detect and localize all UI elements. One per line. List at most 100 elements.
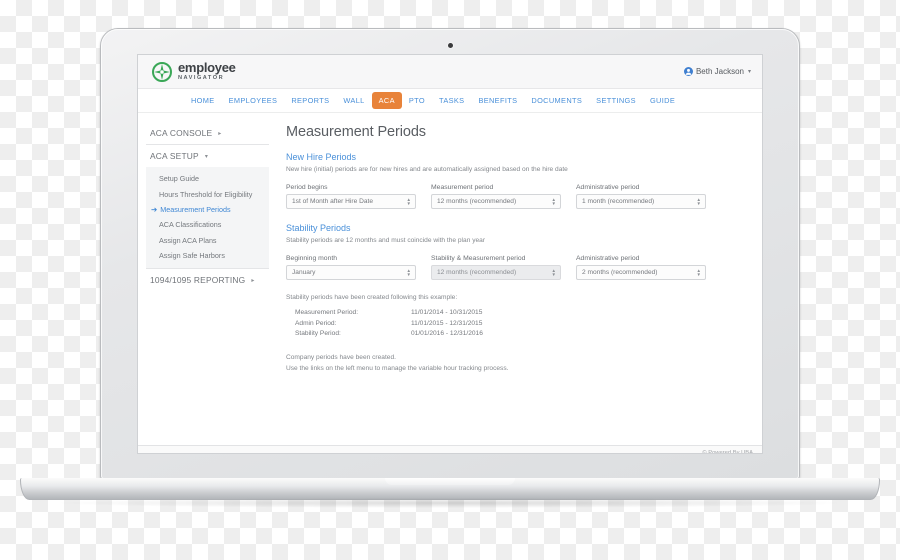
sidebar-item-setup-guide[interactable]: Setup Guide xyxy=(146,171,269,186)
table-row: Stability Period: 01/01/2016 - 12/31/201… xyxy=(295,329,748,340)
sidebar-section-aca-setup[interactable]: ACA SETUP ▾ xyxy=(146,145,269,167)
sidebar-item-label: ACA Classifications xyxy=(159,220,222,230)
new-hire-field-row: Period begins 1st of Month after Hire Da… xyxy=(286,184,748,209)
chevron-right-icon: ▸ xyxy=(251,277,255,284)
field-measurement-period: Measurement period 12 months (recommende… xyxy=(431,184,561,209)
select-value: 1 month (recommended) xyxy=(582,198,655,205)
select-value: 1st of Month after Hire Date xyxy=(292,198,373,205)
nav-item-documents[interactable]: DOCUMENTS xyxy=(524,92,589,109)
sidebar-item-aca-classifications[interactable]: ACA Classifications xyxy=(146,217,269,232)
select-administrative-period-new-hire[interactable]: 1 month (recommended) ▲ ▼ xyxy=(576,194,706,209)
section-heading-stability[interactable]: Stability Periods xyxy=(286,223,748,233)
results-intro: Stability periods have been created foll… xyxy=(286,294,458,301)
select-value: January xyxy=(292,269,316,276)
brand-subtitle: NAVIGATOR xyxy=(178,74,225,81)
main-content: Measurement Periods New Hire Periods New… xyxy=(277,113,762,445)
select-period-begins[interactable]: 1st of Month after Hire Date ▲ ▼ xyxy=(286,194,416,209)
compass-star-icon xyxy=(151,61,173,83)
spinner-icon: ▲ ▼ xyxy=(696,267,701,277)
spinner-icon: ▲ ▼ xyxy=(551,267,556,277)
sidebar-item-assign-safe-harbors[interactable]: Assign Safe Harbors xyxy=(146,248,269,263)
spinner-icon: ▲ ▼ xyxy=(406,196,411,206)
chevron-down-icon: ▾ xyxy=(204,153,209,160)
page-title: Measurement Periods xyxy=(286,124,426,140)
table-row: Measurement Period: 11/01/2014 - 10/31/2… xyxy=(295,308,748,319)
chevron-down-icon: ▾ xyxy=(747,69,751,75)
field-label: Administrative period xyxy=(576,255,640,262)
sidebar-item-label: Setup Guide xyxy=(159,174,199,184)
sidebar-section-label: ACA SETUP xyxy=(150,151,199,161)
nav-item-wall[interactable]: WALL xyxy=(336,92,371,109)
sidebar-submenu: Setup Guide Hours Threshold for Eligibil… xyxy=(146,167,269,270)
field-label: Administrative period xyxy=(576,184,640,191)
main-navigation: HOME EMPLOYEES REPORTS WALL ACA PTO TASK… xyxy=(138,89,762,113)
field-beginning-month: Beginning month January ▲ ▼ xyxy=(286,255,416,280)
sidebar-section-aca-console[interactable]: ACA CONSOLE ▸ xyxy=(146,122,269,145)
field-label: Beginning month xyxy=(286,255,338,262)
stability-field-row: Beginning month January ▲ ▼ Stability & M… xyxy=(286,255,748,280)
webcam-icon xyxy=(448,43,453,48)
nav-item-reports[interactable]: REPORTS xyxy=(284,92,336,109)
brand-logo[interactable]: employee NAVIGATOR xyxy=(151,61,236,83)
result-label: Admin Period: xyxy=(295,319,337,327)
app-footer: © Powered By UBA xyxy=(138,445,762,454)
sidebar: ACA CONSOLE ▸ ACA SETUP ▾ Setup Guide Ho… xyxy=(138,113,277,445)
nav-item-home[interactable]: HOME xyxy=(184,92,222,109)
select-value: 2 months (recommended) xyxy=(582,269,658,276)
field-label: Stability & Measurement period xyxy=(431,255,526,262)
select-stability-measurement-period[interactable]: 12 months (recommended) ▲ ▼ xyxy=(431,265,561,280)
spinner-icon: ▲ ▼ xyxy=(551,196,556,206)
sidebar-item-hours-threshold[interactable]: Hours Threshold for Eligibility xyxy=(146,186,269,201)
laptop-device: employee NAVIGATOR Beth Jackson ▾ HOME E… xyxy=(0,0,900,560)
sidebar-section-1094-1095-reporting[interactable]: 1094/1095 REPORTING ▸ xyxy=(146,269,269,291)
closing-line-1: Company periods have been created. xyxy=(286,353,396,361)
select-value: 12 months (recommended) xyxy=(437,269,517,276)
nav-item-employees[interactable]: EMPLOYEES xyxy=(222,92,285,109)
sidebar-item-label: Hours Threshold for Eligibility xyxy=(159,189,253,199)
result-value: 11/01/2014 - 10/31/2015 xyxy=(411,309,483,316)
user-name: Beth Jackson xyxy=(695,67,744,76)
nav-item-pto[interactable]: PTO xyxy=(402,92,432,109)
section-heading-new-hire[interactable]: New Hire Periods xyxy=(286,152,748,162)
spinner-icon: ▲ ▼ xyxy=(406,267,411,277)
app-header: employee NAVIGATOR Beth Jackson ▾ xyxy=(138,55,762,89)
nav-item-aca[interactable]: ACA xyxy=(371,92,402,109)
arrow-right-icon: ➔ xyxy=(151,204,158,214)
field-label: Measurement period xyxy=(431,184,494,191)
user-menu[interactable]: Beth Jackson ▾ xyxy=(683,67,751,76)
field-stability-measurement-period: Stability & Measurement period 12 months… xyxy=(431,255,561,280)
select-value: 12 months (recommended) xyxy=(437,198,517,205)
field-administrative-period-stability: Administrative period 2 months (recommen… xyxy=(576,255,706,280)
chevron-right-icon: ▸ xyxy=(218,130,222,137)
results-table: Measurement Period: 11/01/2014 - 10/31/2… xyxy=(295,308,748,340)
brand-name: employee xyxy=(178,60,236,76)
section-description-stability: Stability periods are 12 months and must… xyxy=(286,237,486,244)
sidebar-item-measurement-periods[interactable]: ➔ Measurement Periods xyxy=(146,202,269,217)
select-beginning-month[interactable]: January ▲ ▼ xyxy=(286,265,416,280)
app-body: ACA CONSOLE ▸ ACA SETUP ▾ Setup Guide Ho… xyxy=(138,113,762,445)
user-avatar-icon xyxy=(683,67,693,76)
sidebar-item-label: Assign Safe Harbors xyxy=(159,251,225,261)
laptop-base-notch xyxy=(385,478,515,485)
select-measurement-period[interactable]: 12 months (recommended) ▲ ▼ xyxy=(431,194,561,209)
nav-item-benefits[interactable]: BENEFITS xyxy=(471,92,524,109)
laptop-shadow xyxy=(60,498,840,508)
result-value: 11/01/2015 - 12/31/2015 xyxy=(411,319,483,327)
laptop-screen: employee NAVIGATOR Beth Jackson ▾ HOME E… xyxy=(137,54,763,454)
nav-item-tasks[interactable]: TASKS xyxy=(432,92,471,109)
result-label: Measurement Period: xyxy=(295,309,359,316)
field-administrative-period-new-hire: Administrative period 1 month (recommend… xyxy=(576,184,706,209)
select-administrative-period-stability[interactable]: 2 months (recommended) ▲ ▼ xyxy=(576,265,706,280)
field-label: Period begins xyxy=(286,184,328,191)
sidebar-item-assign-aca-plans[interactable]: Assign ACA Plans xyxy=(146,233,269,248)
sidebar-item-label: Assign ACA Plans xyxy=(159,235,217,245)
section-description-new-hire: New hire (initial) periods are for new h… xyxy=(286,166,568,173)
sidebar-item-label: Measurement Periods xyxy=(160,204,231,214)
table-row: Admin Period: 11/01/2015 - 12/31/2015 xyxy=(295,319,748,330)
footer-text: © Powered By UBA xyxy=(702,449,753,454)
sidebar-section-label: ACA CONSOLE xyxy=(150,128,213,138)
result-value: 01/01/2016 - 12/31/2016 xyxy=(411,330,483,337)
nav-item-settings[interactable]: SETTINGS xyxy=(589,92,643,109)
nav-item-guide[interactable]: GUIDE xyxy=(643,92,682,109)
spinner-icon: ▲ ▼ xyxy=(696,196,701,206)
